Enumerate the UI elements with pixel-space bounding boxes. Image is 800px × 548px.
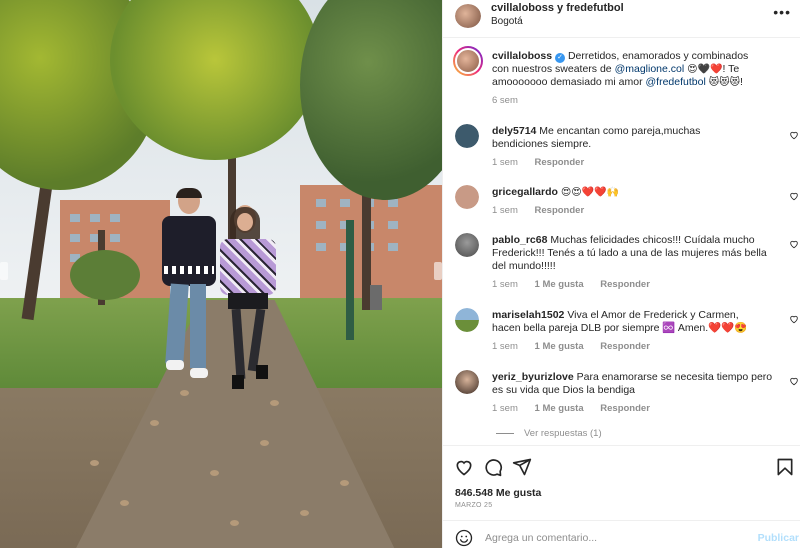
comment-text: pablo_rc68 Muchas felicidades chicos!!! … [492, 234, 777, 273]
comment-meta: 1 sem 1 Me gusta Responder [492, 279, 664, 290]
comment-text: mariselah1502 Viva el Amor de Frederick … [492, 309, 767, 335]
photo-trash-bin [370, 285, 382, 310]
photo-next-arrow[interactable] [434, 262, 442, 280]
comment-avatar[interactable] [455, 308, 479, 332]
comment-avatar[interactable] [455, 233, 479, 257]
comment-text: dely5714 Me encantan como pareja,muchas … [492, 125, 754, 151]
comment-likes[interactable]: 1 Me gusta [535, 341, 584, 352]
comment-text: gricegallardo 😍😍❤️❤️🙌 [492, 186, 792, 199]
photo-man [158, 188, 218, 388]
likes-count[interactable]: 846.548 Me gusta [455, 487, 541, 499]
comment-time[interactable]: 1 sem [492, 157, 518, 168]
post-header: cvillaloboss y fredefutbol Bogotá ••• [443, 0, 800, 38]
heart-icon[interactable] [789, 314, 799, 324]
comment-username[interactable]: mariselah1502 [492, 309, 564, 321]
send-icon[interactable] [512, 457, 532, 477]
photo-bush [70, 250, 140, 300]
caption-text: cvillaloboss ✓ Derretidos, enamorados y … [492, 50, 762, 89]
comment-text: yeriz_byurizlove Para enamorarse se nece… [492, 371, 777, 397]
comment-username[interactable]: dely5714 [492, 125, 536, 137]
comment-likes[interactable]: 1 Me gusta [535, 403, 584, 414]
photo-sign-post [346, 220, 354, 340]
comment-username[interactable]: yeriz_byurizlove [492, 371, 574, 383]
smiley-icon[interactable] [455, 529, 473, 547]
caption-mention-fredefutbol[interactable]: @fredefutbol [646, 76, 706, 88]
caption-time[interactable]: 6 sem [492, 95, 518, 106]
post-date: MARZO 25 [455, 502, 493, 509]
comment-meta: 1 sem 1 Me gusta Responder [492, 403, 664, 414]
caption-username[interactable]: cvillaloboss [492, 50, 552, 62]
comment-item: pablo_rc68 Muchas felicidades chicos!!! … [443, 231, 800, 293]
comment-input[interactable] [485, 532, 735, 544]
comment-meta: 1 sem Responder [492, 205, 598, 216]
post-sidebar: cvillaloboss y fredefutbol Bogotá ••• cv… [442, 0, 800, 548]
reply-button[interactable]: Responder [600, 341, 650, 352]
publish-button[interactable]: Publicar [758, 532, 799, 544]
heart-icon[interactable] [789, 239, 799, 249]
caption-meta: 6 sem [492, 95, 532, 106]
comment-body: 😍😍❤️❤️🙌 [560, 187, 620, 198]
comment-avatar[interactable] [455, 124, 479, 148]
comment-avatar[interactable] [455, 185, 479, 209]
post-caption: cvillaloboss ✓ Derretidos, enamorados y … [443, 46, 800, 116]
caption-mention-maglione[interactable]: @maglione.col [615, 63, 685, 75]
comment-time[interactable]: 1 sem [492, 205, 518, 216]
comment-likes[interactable]: 1 Me gusta [535, 279, 584, 290]
reply-button[interactable]: Responder [535, 205, 585, 216]
comment-item: mariselah1502 Viva el Amor de Frederick … [443, 306, 800, 356]
comment-item: yeriz_byurizlove Para enamorarse se nece… [443, 368, 800, 418]
comment-composer: Publicar [443, 520, 800, 548]
comment-meta: 1 sem Responder [492, 157, 598, 168]
heart-icon[interactable] [789, 191, 799, 201]
header-accounts[interactable]: cvillaloboss y fredefutbol [491, 2, 624, 14]
comment-username[interactable]: pablo_rc68 [492, 234, 547, 246]
heart-icon[interactable] [454, 457, 474, 477]
comment-avatar[interactable] [455, 370, 479, 394]
caption-emoji-2: 😻😻😻 [708, 77, 740, 88]
photo-prev-arrow[interactable] [0, 262, 8, 280]
caption-body-3: ! [740, 76, 743, 88]
photo-woman [220, 205, 280, 390]
action-bar [443, 445, 800, 485]
reply-button[interactable]: Responder [535, 157, 585, 168]
view-replies-button[interactable]: Ver respuestas (1) [496, 428, 602, 439]
photo-building-right [300, 185, 442, 300]
bookmark-icon[interactable] [775, 457, 795, 477]
ellipsis-icon[interactable]: ••• [773, 4, 791, 20]
caption-emoji-1: 😍🖤❤️ [687, 64, 723, 75]
header-location[interactable]: Bogotá [491, 16, 523, 27]
comment-meta: 1 sem 1 Me gusta Responder [492, 341, 664, 352]
comment-item: gricegallardo 😍😍❤️❤️🙌 1 sem Responder [443, 183, 800, 223]
comment-item: dely5714 Me encantan como pareja,muchas … [443, 122, 800, 172]
heart-icon[interactable] [789, 130, 799, 140]
comment-time[interactable]: 1 sem [492, 341, 518, 352]
caption-avatar[interactable] [453, 46, 483, 76]
reply-button[interactable]: Responder [600, 403, 650, 414]
replies-divider [496, 432, 514, 434]
verified-badge-icon: ✓ [555, 53, 566, 63]
comment-time[interactable]: 1 sem [492, 279, 518, 290]
header-avatar[interactable] [455, 4, 481, 28]
post-photo[interactable] [0, 0, 442, 548]
view-replies-label: Ver respuestas (1) [524, 428, 602, 439]
comment-time[interactable]: 1 sem [492, 403, 518, 414]
reply-button[interactable]: Responder [600, 279, 650, 290]
comment-icon[interactable] [483, 457, 503, 477]
heart-icon[interactable] [789, 376, 799, 386]
comment-username[interactable]: gricegallardo [492, 186, 558, 198]
